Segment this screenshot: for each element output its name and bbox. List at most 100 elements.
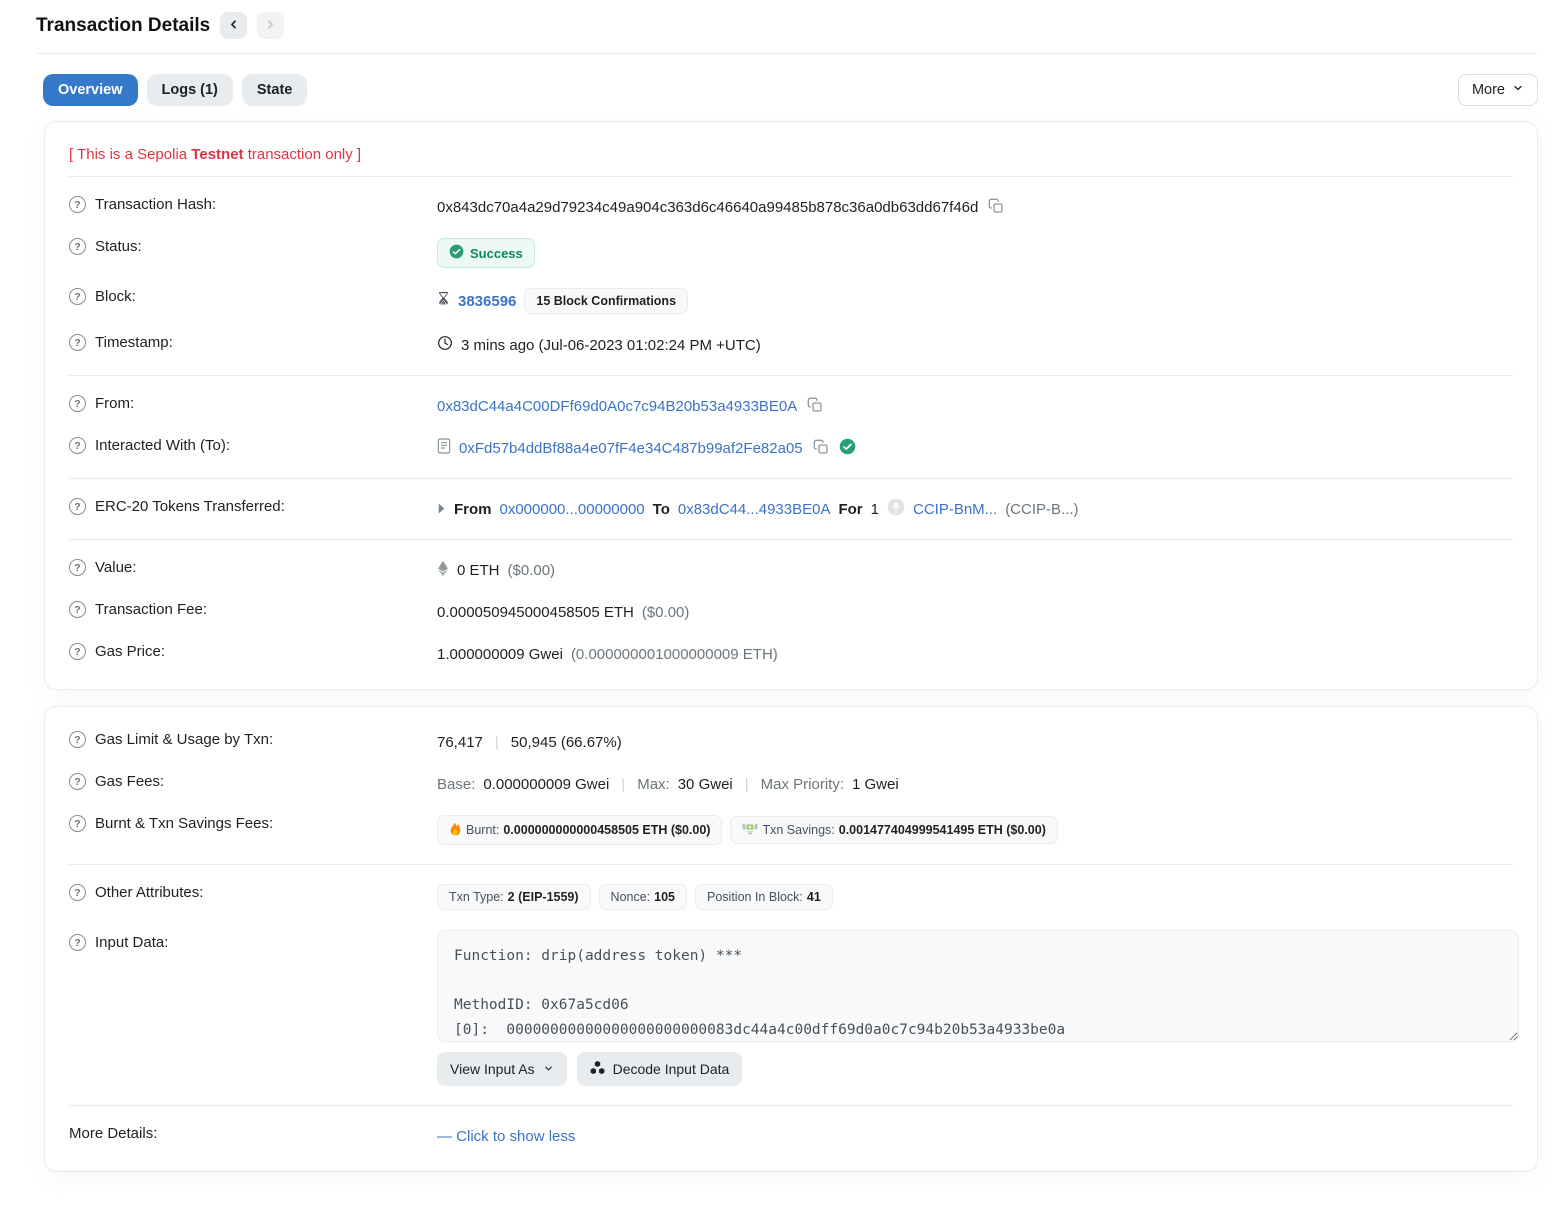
help-icon[interactable]: ?	[69, 884, 86, 901]
view-input-as-button[interactable]: View Input As	[437, 1052, 567, 1086]
block-label: Block:	[95, 288, 136, 305]
tab-overview[interactable]: Overview	[43, 74, 138, 106]
from-address-link[interactable]: 0x83dC44a4C00DFf69d0A0c7c94B20b53a4933BE…	[437, 398, 797, 415]
max-fee-value: 30 Gwei	[678, 776, 733, 793]
transaction-hash-label-group: ? Transaction Hash:	[69, 196, 437, 213]
gas-fees-row: ? Gas Fees: Base: 0.000000009 Gwei | Max…	[69, 763, 1513, 805]
copy-transaction-hash-button[interactable]	[986, 198, 1006, 217]
gas-fees-label-group: ? Gas Fees:	[69, 773, 437, 790]
copy-icon	[988, 198, 1004, 217]
input-data-row: ? Input Data: Function: drip(address tok…	[69, 920, 1513, 1096]
help-icon[interactable]: ?	[69, 601, 86, 618]
input-data-group: Function: drip(address token) *** Method…	[437, 930, 1519, 1086]
divider	[69, 375, 1513, 376]
help-icon[interactable]: ?	[69, 559, 86, 576]
more-details-label: More Details:	[69, 1125, 157, 1142]
more-dropdown-button[interactable]: More	[1458, 74, 1538, 106]
interacted-with-row: ? Interacted With (To): 0xFd57b4ddBf88a4…	[69, 427, 1513, 469]
position-in-block-badge: Position In Block: 41	[695, 884, 833, 910]
transaction-details-page: Transaction Details Overview Logs (1) St…	[0, 0, 1560, 1208]
txn-savings-label: Txn Savings:	[762, 823, 834, 837]
help-icon[interactable]: ?	[69, 934, 86, 951]
tab-state[interactable]: State	[242, 74, 307, 106]
help-icon[interactable]: ?	[69, 815, 86, 832]
transaction-fee-label: Transaction Fee:	[95, 601, 207, 618]
copy-icon	[807, 397, 823, 416]
hourglass-icon	[437, 292, 450, 311]
value-amount: 0 ETH	[457, 562, 500, 579]
transaction-hash-label: Transaction Hash:	[95, 196, 216, 213]
more-button-label: More	[1472, 82, 1505, 98]
fire-icon	[449, 821, 462, 839]
transaction-fee-row: ? Transaction Fee: 0.000050945000458505 …	[69, 591, 1513, 633]
erc20-transfers-label-group: ? ERC-20 Tokens Transferred:	[69, 498, 437, 515]
input-data-label-group: ? Input Data:	[69, 934, 437, 951]
transaction-fee-usd: ($0.00)	[642, 604, 690, 621]
nonce-badge: Nonce: 105	[599, 884, 687, 910]
page-title: Transaction Details	[36, 15, 210, 37]
chevron-down-icon	[543, 1061, 554, 1077]
erc20-transfers-row: ? ERC-20 Tokens Transferred: From 0x0000…	[69, 488, 1513, 530]
interacted-with-label-group: ? Interacted With (To):	[69, 437, 437, 454]
token-logo-icon	[887, 498, 905, 520]
txn-savings-badge: Txn Savings: 0.001477404999541495 ETH ($…	[730, 816, 1057, 844]
testnet-notice: [ This is a Sepolia Testnet transaction …	[69, 136, 1513, 167]
transfer-amount: 1	[871, 501, 879, 518]
status-badge: Success	[437, 238, 535, 268]
txn-type-badge: Txn Type: 2 (EIP-1559)	[437, 884, 591, 910]
help-icon[interactable]: ?	[69, 196, 86, 213]
to-address-link[interactable]: 0xFd57b4ddBf88a4e07fF4e34C487b99af2Fe82a…	[459, 440, 803, 457]
tab-logs[interactable]: Logs (1)	[147, 74, 233, 106]
max-fee-label: Max:	[637, 776, 670, 793]
divider	[69, 176, 1513, 177]
base-fee-value: 0.000000009 Gwei	[483, 776, 609, 793]
position-in-block-value: 41	[807, 890, 821, 904]
status-label: Status:	[95, 238, 142, 255]
help-icon[interactable]: ?	[69, 334, 86, 351]
show-less-link[interactable]: — Click to show less	[437, 1128, 575, 1145]
burnt-fee-label: Burnt:	[466, 823, 499, 837]
help-icon[interactable]: ?	[69, 773, 86, 790]
token-name-link[interactable]: CCIP-BnM...	[913, 501, 997, 518]
nonce-value: 105	[654, 890, 675, 904]
burnt-fee-value: 0.000000000000458505 ETH ($0.00)	[503, 823, 710, 837]
block-confirmations-badge: 15 Block Confirmations	[524, 288, 688, 314]
decode-input-data-button[interactable]: Decode Input Data	[577, 1052, 743, 1086]
value-label: Value:	[95, 559, 136, 576]
help-icon[interactable]: ?	[69, 437, 86, 454]
block-number-link[interactable]: 3836596	[458, 293, 516, 310]
chevron-down-icon	[1512, 82, 1524, 98]
input-data-textarea[interactable]: Function: drip(address token) *** Method…	[437, 930, 1519, 1042]
previous-transaction-button[interactable]	[220, 12, 247, 39]
more-details-label-group: More Details:	[69, 1125, 437, 1142]
input-data-label: Input Data:	[95, 934, 168, 951]
txn-type-label: Txn Type:	[449, 890, 504, 904]
money-wings-icon	[742, 822, 758, 838]
view-input-as-label: View Input As	[450, 1061, 535, 1077]
verified-contract-icon	[839, 438, 856, 459]
burnt-fee-badge: Burnt: 0.000000000000458505 ETH ($0.00)	[437, 815, 722, 845]
from-label-group: ? From:	[69, 395, 437, 412]
help-icon[interactable]: ?	[69, 238, 86, 255]
other-attributes-row: ? Other Attributes: Txn Type: 2 (EIP-155…	[69, 874, 1513, 920]
help-icon[interactable]: ?	[69, 498, 86, 515]
copy-to-address-button[interactable]	[811, 439, 831, 458]
copy-from-address-button[interactable]	[805, 397, 825, 416]
help-icon[interactable]: ?	[69, 288, 86, 305]
transfer-to-address-link[interactable]: 0x83dC44...4933BE0A	[678, 501, 831, 518]
block-row: ? Block: 3836596 15 Block Confirmations	[69, 278, 1513, 324]
help-icon[interactable]: ?	[69, 731, 86, 748]
transaction-hash-value: 0x843dc70a4a29d79234c49a904c363d6c46640a…	[437, 199, 978, 216]
interacted-with-label: Interacted With (To):	[95, 437, 230, 454]
help-icon[interactable]: ?	[69, 643, 86, 660]
help-icon[interactable]: ?	[69, 395, 86, 412]
check-circle-icon	[449, 244, 464, 262]
max-priority-fee-value: 1 Gwei	[852, 776, 899, 793]
transfer-for-word: For	[838, 501, 862, 518]
next-transaction-button[interactable]	[257, 12, 284, 39]
gas-limit-label-group: ? Gas Limit & Usage by Txn:	[69, 731, 437, 748]
erc20-transfers-label: ERC-20 Tokens Transferred:	[95, 498, 285, 515]
input-data-buttons: View Input As Decode Input Data	[437, 1052, 1519, 1086]
transfer-from-address-link[interactable]: 0x000000...00000000	[500, 501, 645, 518]
base-fee-label: Base:	[437, 776, 475, 793]
